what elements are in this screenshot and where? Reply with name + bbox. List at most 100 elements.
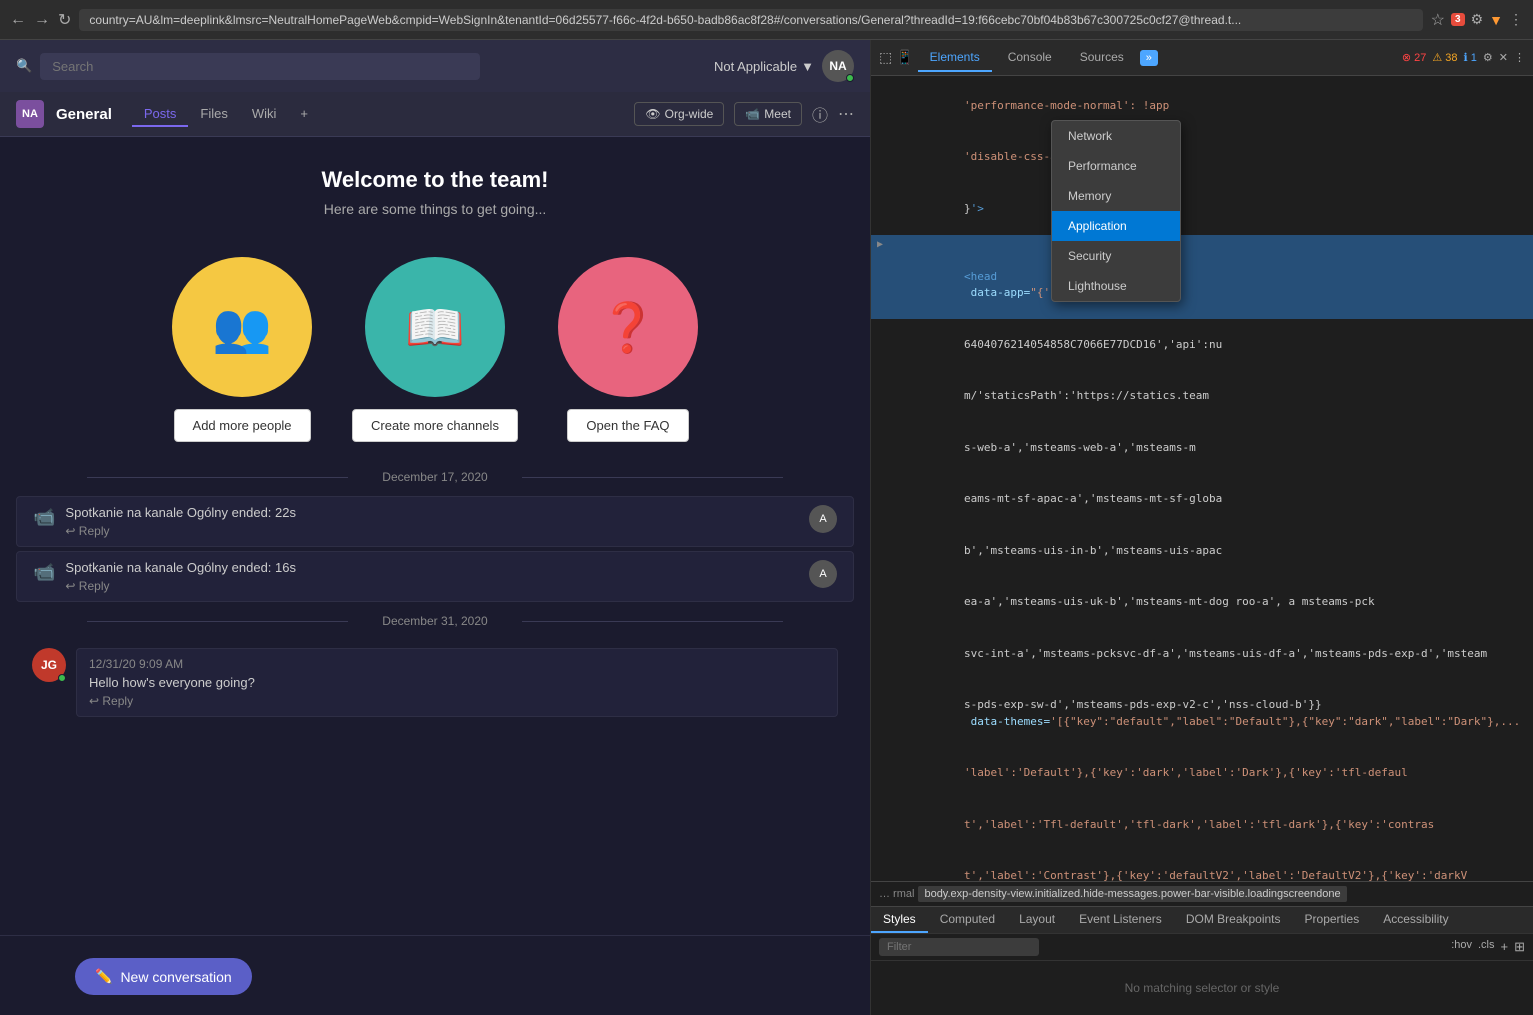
teams-bottom-bar: ✏️ New conversation xyxy=(0,935,870,1015)
collapse-arrow[interactable]: ▶ xyxy=(877,237,883,252)
extension-badge[interactable]: 3 xyxy=(1451,13,1465,26)
illus-add-people: 👥 Add more people xyxy=(172,257,312,442)
chevron-down-icon: ▼ xyxy=(801,59,814,74)
tab-posts[interactable]: Posts xyxy=(132,102,189,127)
back-icon[interactable]: ← xyxy=(10,11,26,29)
channel-tabs: Posts Files Wiki + xyxy=(132,102,320,127)
cls-button[interactable]: .cls xyxy=(1478,939,1495,955)
channel-actions: 👁 Org-wide 📹 Meet ⓘ ⋯ xyxy=(634,102,854,126)
info-badge: ℹ 1 xyxy=(1464,51,1477,64)
more-devtools-icon[interactable]: ⋮ xyxy=(1514,51,1525,64)
tab-wiki[interactable]: Wiki xyxy=(240,102,289,127)
open-faq-button[interactable]: Open the FAQ xyxy=(567,409,688,442)
code-line: svc-int-a','msteams-pcksvc-df-a','msteam… xyxy=(871,628,1533,680)
filter-input[interactable] xyxy=(879,938,1039,956)
chat-message: JG 12/31/20 9:09 AM Hello how's everyone… xyxy=(16,640,854,725)
add-style-button[interactable]: + xyxy=(1501,939,1509,955)
status-bar: … rmal body.exp-density-view.initialized… xyxy=(871,881,1533,906)
profile-dropdown[interactable]: Not Applicable ▼ xyxy=(714,59,814,74)
meet-button[interactable]: 📹 Meet xyxy=(734,102,802,126)
code-line: 'label':'Default'},{'key':'dark','label'… xyxy=(871,748,1533,800)
message-reply-1[interactable]: ↩ Reply xyxy=(65,524,799,538)
search-bar: 🔍 Not Applicable ▼ NA xyxy=(0,40,870,92)
chat-online-dot xyxy=(58,674,66,682)
browser-toolbar: ☆ 3 ⚙ ▼ ⋮ xyxy=(1431,10,1523,30)
content-area: Welcome to the team! Here are some thing… xyxy=(0,137,870,935)
devtools-more-button[interactable]: » xyxy=(1140,50,1158,66)
bottom-tab-styles[interactable]: Styles xyxy=(871,907,928,933)
code-line: s-pds-exp-sw-d','msteams-pds-exp-v2-c','… xyxy=(871,680,1533,748)
settings-icon[interactable]: ⚙ xyxy=(1483,51,1493,64)
chat-timestamp: 12/31/20 9:09 AM xyxy=(89,657,825,671)
code-area: 'performance-mode-normal': !app 'disable… xyxy=(871,76,1533,881)
close-icon[interactable]: ✕ xyxy=(1499,51,1508,64)
welcome-title: Welcome to the team! xyxy=(20,167,850,193)
search-icon: 🔍 xyxy=(16,58,32,74)
info-icon[interactable]: ⓘ xyxy=(812,102,828,126)
create-channels-button[interactable]: Create more channels xyxy=(352,409,518,442)
code-line: 6404076214054858C7066E77DCD16','api':nu xyxy=(871,319,1533,371)
code-line: b','msteams-uis-in-b','msteams-uis-apac xyxy=(871,525,1533,577)
menu-item-security[interactable]: Security xyxy=(1052,241,1180,271)
date-separator-1: December 17, 2020 xyxy=(0,462,870,492)
add-people-button[interactable]: Add more people xyxy=(174,409,311,442)
forward-icon[interactable]: → xyxy=(34,11,50,29)
bottom-tab-event-listeners[interactable]: Event Listeners xyxy=(1067,907,1174,933)
channel-name: General xyxy=(56,106,112,123)
menu-item-memory[interactable]: Memory xyxy=(1052,181,1180,211)
avatar[interactable]: NA xyxy=(822,50,854,82)
message-title-1: Spotkanie na kanale Ogólny ended: 22s xyxy=(65,505,799,520)
tab-files[interactable]: Files xyxy=(188,102,239,127)
reload-icon[interactable]: ↻ xyxy=(58,10,71,30)
bottom-tab-computed[interactable]: Computed xyxy=(928,907,1007,933)
bottom-tab-properties[interactable]: Properties xyxy=(1293,907,1372,933)
message-reply-2[interactable]: ↩ Reply xyxy=(65,579,799,593)
tab-add[interactable]: + xyxy=(288,102,320,127)
teams-panel: 🔍 Not Applicable ▼ NA NA General Posts xyxy=(0,40,870,1015)
devtools-panel: ⬚ 📱 Elements Console Sources » ⊗ 27 ⚠ 38… xyxy=(870,40,1533,1015)
menu-item-application[interactable]: Application xyxy=(1052,211,1180,241)
more-options-icon[interactable]: ⋯ xyxy=(838,104,854,124)
chat-reply[interactable]: ↩ Reply xyxy=(89,694,825,708)
bottom-tab-dom-breakpoints[interactable]: DOM Breakpoints xyxy=(1174,907,1293,933)
code-line: eams-mt-sf-apac-a','msteams-mt-sf-globa xyxy=(871,474,1533,526)
profile-label: Not Applicable xyxy=(714,59,797,74)
eye-icon: 👁 xyxy=(645,107,660,121)
org-wide-button[interactable]: 👁 Org-wide xyxy=(634,102,724,126)
hov-button[interactable]: :hov xyxy=(1451,939,1472,955)
menu-icon[interactable]: ⋮ xyxy=(1509,11,1523,28)
filter-actions: :hov .cls + ⊞ xyxy=(1451,939,1525,955)
star-icon[interactable]: ☆ xyxy=(1431,10,1445,30)
welcome-section: Welcome to the team! Here are some thing… xyxy=(0,137,870,237)
puzzle-icon[interactable]: ⚙ xyxy=(1471,11,1484,28)
url-bar[interactable]: country=AU&lm=deeplink&lmsrc=NeutralHome… xyxy=(79,9,1422,31)
bottom-tab-layout[interactable]: Layout xyxy=(1007,907,1067,933)
bottom-tab-accessibility[interactable]: Accessibility xyxy=(1371,907,1460,933)
online-status-dot xyxy=(846,74,854,82)
inspect-icon[interactable]: ⬚ xyxy=(879,49,892,66)
code-line: s-web-a','msteams-web-a','msteams-m xyxy=(871,422,1533,474)
devtools-tab-console[interactable]: Console xyxy=(996,44,1064,72)
channel-header: NA General Posts Files Wiki + 👁 Org-wide… xyxy=(0,92,870,137)
video-icon-1: 📹 xyxy=(33,507,55,528)
devtools-tab-sources[interactable]: Sources xyxy=(1068,44,1136,72)
code-line: t','label':'Tfl-default','tfl-dark','lab… xyxy=(871,799,1533,851)
status-highlight: body.exp-density-view.initialized.hide-m… xyxy=(918,886,1346,902)
search-input[interactable] xyxy=(40,53,480,80)
bookmark-icon[interactable]: ▼ xyxy=(1489,12,1503,28)
main-layout: 🔍 Not Applicable ▼ NA NA General Posts xyxy=(0,40,1533,1015)
menu-item-network[interactable]: Network xyxy=(1052,121,1180,151)
layout-icon[interactable]: ⊞ xyxy=(1514,939,1525,955)
menu-item-performance[interactable]: Performance xyxy=(1052,151,1180,181)
device-icon[interactable]: 📱 xyxy=(896,49,913,66)
illus-circle-teal: 📖 xyxy=(365,257,505,397)
chat-body: 12/31/20 9:09 AM Hello how's everyone go… xyxy=(76,648,838,717)
date-separator-2: December 31, 2020 xyxy=(0,606,870,636)
illus-faq: ❓ Open the FAQ xyxy=(558,257,698,442)
devtools-tab-elements[interactable]: Elements xyxy=(918,44,992,72)
menu-item-lighthouse[interactable]: Lighthouse xyxy=(1052,271,1180,301)
chat-avatar: JG xyxy=(32,648,66,682)
devtools-header: ⬚ 📱 Elements Console Sources » ⊗ 27 ⚠ 38… xyxy=(871,40,1533,76)
new-conversation-button[interactable]: ✏️ New conversation xyxy=(75,958,252,995)
message-content-1: Spotkanie na kanale Ogólny ended: 22s ↩ … xyxy=(65,505,799,538)
